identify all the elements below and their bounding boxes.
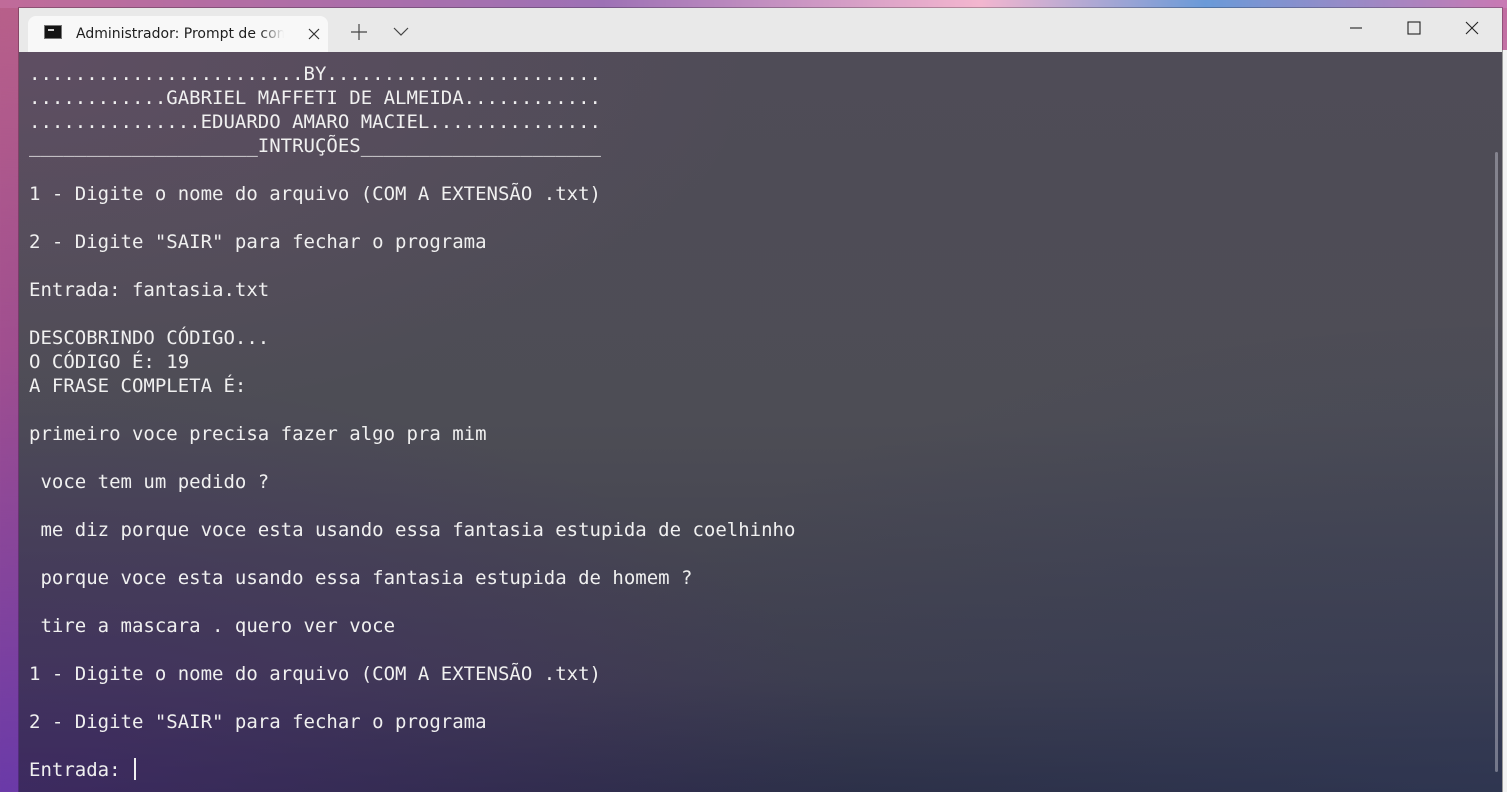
terminal-line: A FRASE COMPLETA É: <box>29 375 247 397</box>
maximize-button[interactable] <box>1385 8 1443 48</box>
new-tab-icon[interactable] <box>349 22 369 42</box>
title-bar[interactable]: Administrador: Prompt de comando <box>19 8 1502 52</box>
terminal-line: Entrada: fantasia.txt <box>29 279 270 301</box>
prompt-label: Entrada: <box>29 759 132 781</box>
terminal-line: primeiro voce precisa fazer algo pra mim <box>29 423 487 445</box>
terminal-line: ____________________INTRUÇÕES___________… <box>29 135 601 157</box>
scrollbar[interactable] <box>1495 152 1498 772</box>
minimize-button[interactable] <box>1327 8 1385 48</box>
terminal-line: 2 - Digite "SAIR" para fechar o programa <box>29 711 487 733</box>
terminal-line: voce tem um pedido ? <box>29 471 270 493</box>
terminal-output[interactable]: ........................BY..............… <box>19 52 1502 792</box>
minimize-icon <box>1350 27 1362 29</box>
terminal-line: ...............EDUARDO AMARO MACIEL.....… <box>29 111 601 133</box>
tab-command-prompt[interactable]: Administrador: Prompt de comando <box>28 16 328 52</box>
background-window-edge <box>1502 50 1507 792</box>
terminal-line: 1 - Digite o nome do arquivo (COM A EXTE… <box>29 663 601 685</box>
maximize-icon <box>1407 21 1421 35</box>
terminal-line: me diz porque voce esta usando essa fant… <box>29 519 796 541</box>
terminal-line: ............GABRIEL MAFFETI DE ALMEIDA..… <box>29 87 601 109</box>
terminal-line: 2 - Digite "SAIR" para fechar o programa <box>29 231 487 253</box>
terminal-line: O CÓDIGO É: 19 <box>29 351 190 373</box>
text-cursor <box>133 758 136 780</box>
desktop-background <box>0 0 1507 8</box>
terminal-line: porque voce esta usando essa fantasia es… <box>29 567 693 589</box>
close-tab-icon[interactable] <box>306 26 322 42</box>
tab-title: Administrador: Prompt de comando <box>76 26 284 42</box>
terminal-line: tire a mascara . quero ver voce <box>29 615 396 637</box>
terminal-text: ........................BY..............… <box>29 62 795 782</box>
terminal-line: DESCOBRINDO CÓDIGO... <box>29 327 270 349</box>
chevron-down-icon[interactable] <box>392 24 410 40</box>
terminal-line: 1 - Digite o nome do arquivo (COM A EXTE… <box>29 183 601 205</box>
prompt-line[interactable]: Entrada: <box>29 758 795 782</box>
close-icon <box>1465 21 1479 35</box>
close-button[interactable] <box>1443 8 1501 48</box>
command-prompt-icon <box>44 25 62 39</box>
terminal-window: Administrador: Prompt de comando .......… <box>19 8 1502 792</box>
terminal-line: ........................BY..............… <box>29 63 601 85</box>
